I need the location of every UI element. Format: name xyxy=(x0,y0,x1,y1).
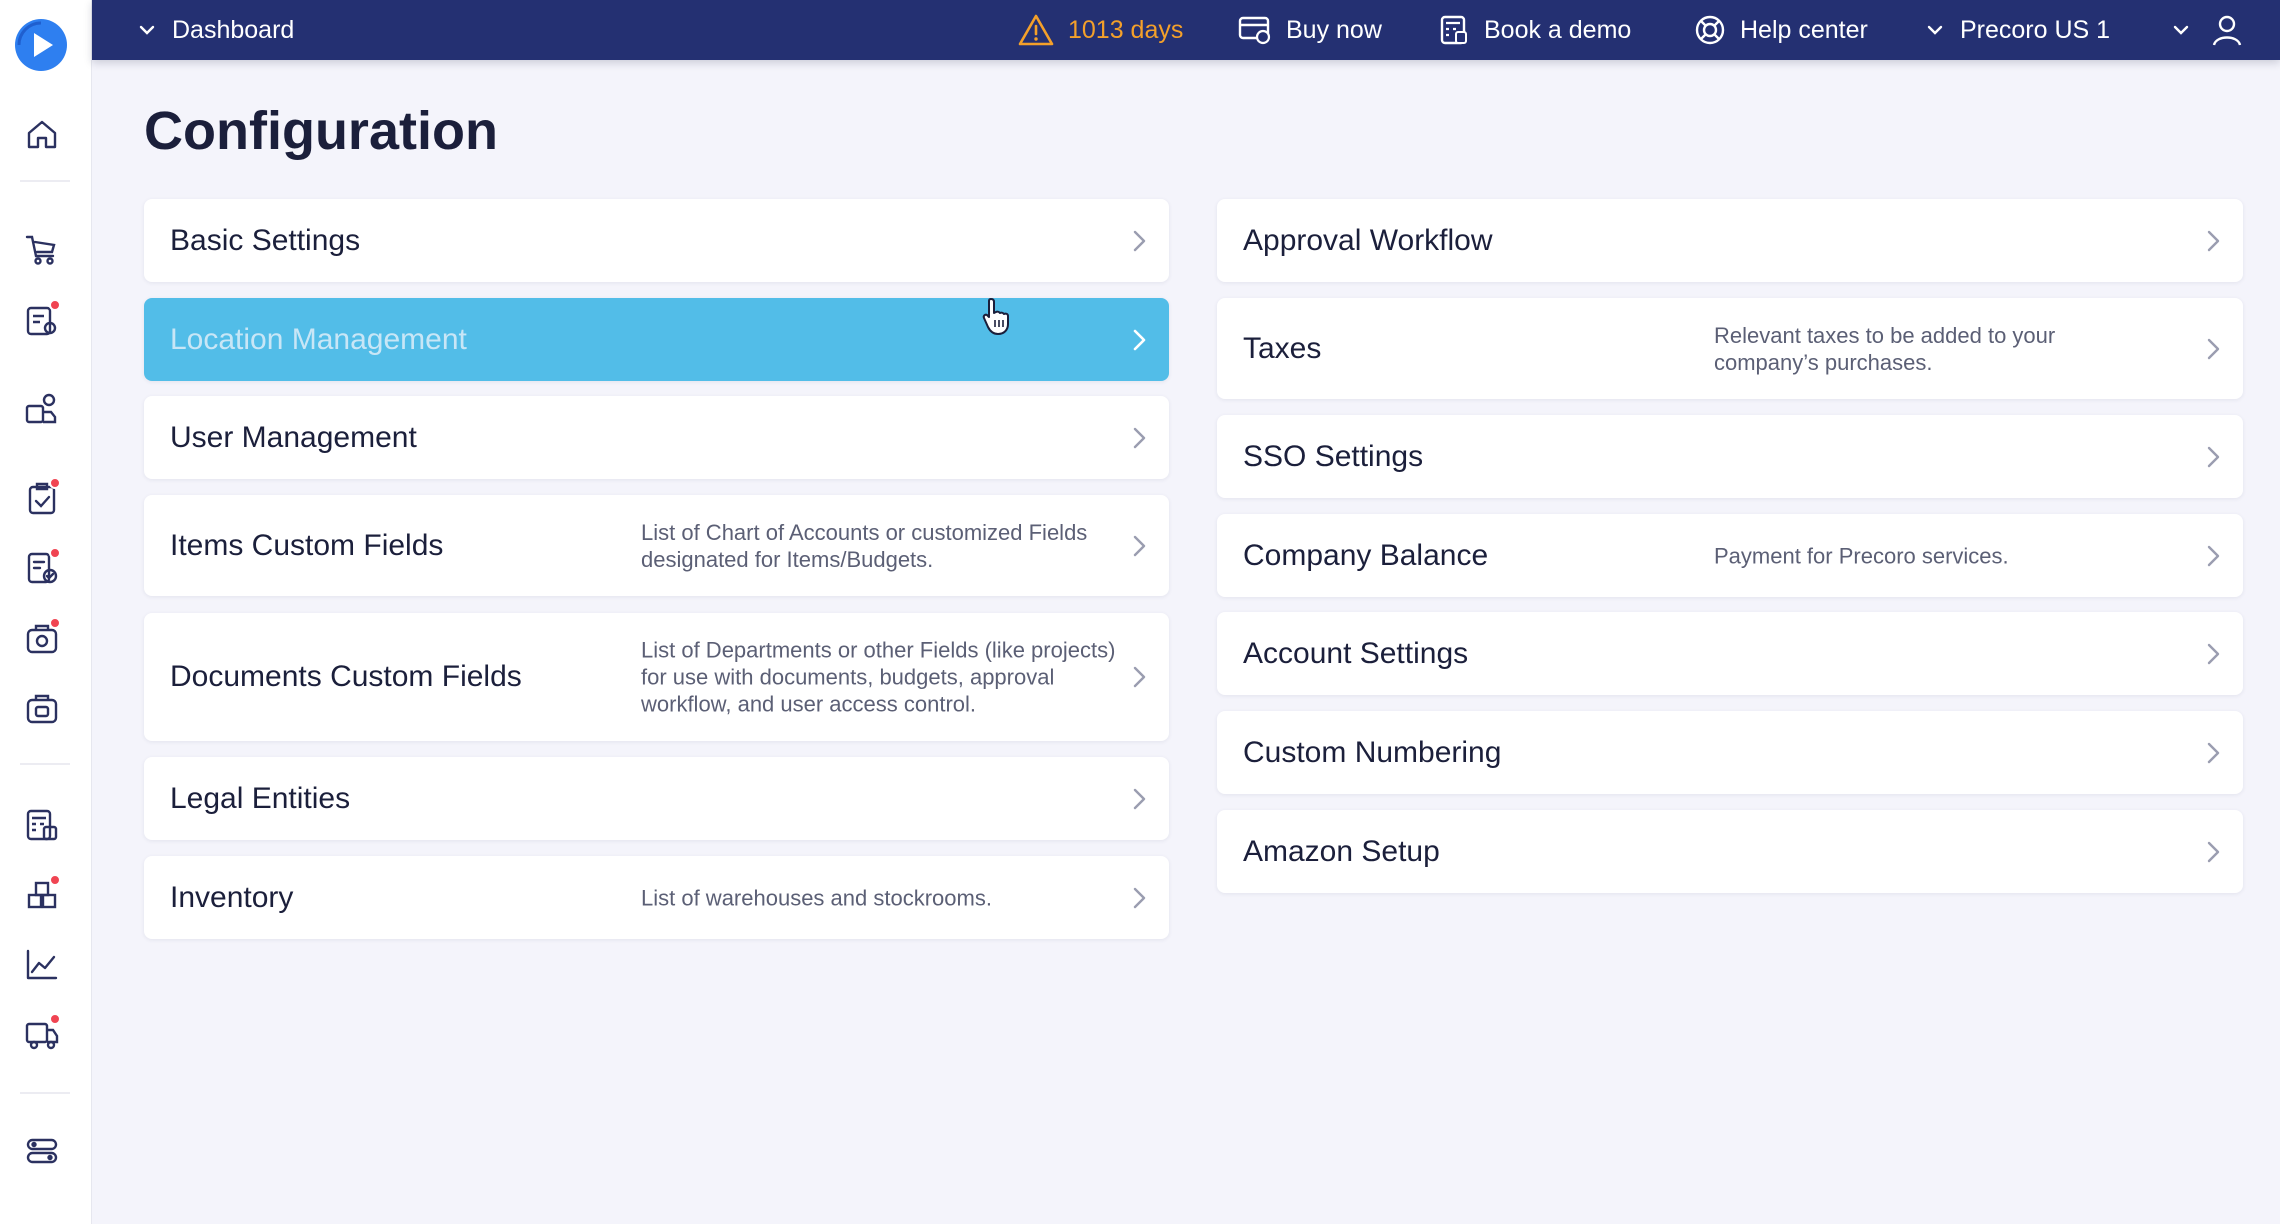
card-title: Legal Entities xyxy=(170,781,351,815)
dashboard-label: Dashboard xyxy=(172,15,295,44)
card-description: List of Departments or other Fields (lik… xyxy=(641,637,1116,717)
card-title: Amazon Setup xyxy=(1243,834,1440,868)
buy-now-button[interactable]: Buy now xyxy=(1238,0,1382,60)
chevron-right-icon xyxy=(2199,335,2227,363)
approvals-icon[interactable] xyxy=(22,477,62,518)
chevron-right-icon xyxy=(1125,785,1153,813)
receipts-icon[interactable] xyxy=(22,617,62,658)
settings-icon[interactable] xyxy=(22,1131,62,1171)
chevron-right-icon xyxy=(1125,326,1153,354)
analytics-icon[interactable] xyxy=(22,945,62,985)
book-demo-button[interactable]: Book a demo xyxy=(1438,0,1631,60)
book-demo-label: Book a demo xyxy=(1484,15,1632,44)
card-taxes[interactable]: Taxes Relevant taxes to be added to your… xyxy=(1217,298,2243,399)
card-description: Payment for Precoro services. xyxy=(1714,543,2009,568)
card-sso-settings[interactable]: SSO Settings xyxy=(1217,415,2243,498)
calculator-icon xyxy=(1440,15,1467,45)
chevron-right-icon xyxy=(1125,663,1153,691)
dashboard-dropdown[interactable]: Dashboard xyxy=(136,0,294,60)
card-title: Location Management xyxy=(170,322,467,356)
home-icon[interactable] xyxy=(22,114,62,154)
card-description: Relevant taxes to be added to your compa… xyxy=(1714,322,2056,375)
trial-days-text: 1013 days xyxy=(1068,15,1184,44)
user-icon xyxy=(2212,15,2242,46)
inventory-icon[interactable] xyxy=(22,874,62,915)
card-title: Custom Numbering xyxy=(1243,735,1502,769)
notification-dot xyxy=(49,1013,61,1025)
card-title: SSO Settings xyxy=(1243,439,1424,473)
card-title: Documents Custom Fields xyxy=(170,660,522,693)
notification-dot xyxy=(49,477,61,489)
buy-now-label: Buy now xyxy=(1286,15,1382,44)
chevron-right-icon xyxy=(2199,838,2227,866)
top-bar: Dashboard 1013 days Buy now Book a demo … xyxy=(92,0,2280,60)
card-title: Inventory xyxy=(170,880,294,914)
notification-dot xyxy=(49,874,61,886)
card-account-settings[interactable]: Account Settings xyxy=(1217,612,2243,695)
sidebar-divider xyxy=(20,763,70,765)
card-description: List of warehouses and stockrooms. xyxy=(641,885,992,910)
chevron-right-icon xyxy=(2199,227,2227,255)
trial-days-warning[interactable]: 1013 days xyxy=(1018,0,1183,60)
card-documents-custom-fields[interactable]: Documents Custom Fields List of Departme… xyxy=(144,613,1169,741)
help-center-label: Help center xyxy=(1740,15,1868,44)
sidebar xyxy=(0,0,92,1224)
notification-dot xyxy=(49,617,61,629)
card-title: Taxes xyxy=(1243,331,1322,365)
card-title: Account Settings xyxy=(1243,636,1469,670)
card-amazon-setup[interactable]: Amazon Setup xyxy=(1217,810,2243,893)
notification-dot xyxy=(49,547,61,559)
precoro-logo[interactable] xyxy=(15,19,67,71)
card-items-custom-fields[interactable]: Items Custom Fields List of Chart of Acc… xyxy=(144,495,1169,596)
user-menu[interactable] xyxy=(2170,0,2244,60)
chevron-right-icon xyxy=(1125,884,1153,912)
card-legal-entities[interactable]: Legal Entities xyxy=(144,757,1169,840)
card-description: List of Chart of Accounts or customized … xyxy=(641,519,1088,572)
card-custom-numbering[interactable]: Custom Numbering xyxy=(1217,711,2243,794)
requests-icon[interactable] xyxy=(22,299,62,340)
logo-play-icon xyxy=(17,21,53,57)
delivery-icon[interactable] xyxy=(22,1013,62,1054)
notification-dot xyxy=(49,299,61,311)
buy-card-icon xyxy=(1238,16,1271,45)
chevron-down-icon xyxy=(139,25,155,35)
chevron-right-icon xyxy=(2199,443,2227,471)
card-location-management[interactable]: Location Management xyxy=(144,298,1169,381)
company-switcher[interactable]: Precoro US 1 xyxy=(1924,0,2110,60)
suppliers-icon[interactable] xyxy=(22,390,62,430)
hand-cursor-icon xyxy=(980,296,1014,336)
chevron-right-icon xyxy=(2199,739,2227,767)
card-user-management[interactable]: User Management xyxy=(144,396,1169,479)
chevron-right-icon xyxy=(1125,532,1153,560)
card-title: Approval Workflow xyxy=(1243,223,1493,257)
chevron-right-icon xyxy=(2199,542,2227,570)
sidebar-divider xyxy=(20,1092,70,1094)
invoices-icon[interactable] xyxy=(22,547,62,588)
help-center-button[interactable]: Help center xyxy=(1694,0,1868,60)
card-inventory[interactable]: Inventory List of warehouses and stockro… xyxy=(144,856,1169,939)
card-company-balance[interactable]: Company Balance Payment for Precoro serv… xyxy=(1217,514,2243,597)
warning-icon xyxy=(1018,14,1054,46)
chevron-right-icon xyxy=(2199,640,2227,668)
chevron-right-icon xyxy=(1125,227,1153,255)
payments-icon[interactable] xyxy=(22,688,62,728)
card-title: User Management xyxy=(170,420,417,454)
card-approval-workflow[interactable]: Approval Workflow xyxy=(1217,199,2243,282)
page-title: Configuration xyxy=(144,101,498,161)
card-title: Company Balance xyxy=(1243,538,1489,572)
cart-icon[interactable] xyxy=(22,230,62,270)
card-basic-settings[interactable]: Basic Settings xyxy=(144,199,1169,282)
budgets-icon[interactable] xyxy=(22,805,62,845)
chevron-down-icon xyxy=(1927,25,1943,35)
card-title: Items Custom Fields xyxy=(170,528,444,562)
card-title: Basic Settings xyxy=(170,223,361,257)
chevron-down-icon xyxy=(2173,25,2189,35)
chevron-right-icon xyxy=(1125,424,1153,452)
lifebuoy-icon xyxy=(1695,15,1725,45)
sidebar-divider xyxy=(20,180,70,182)
company-name: Precoro US 1 xyxy=(1960,15,2111,44)
